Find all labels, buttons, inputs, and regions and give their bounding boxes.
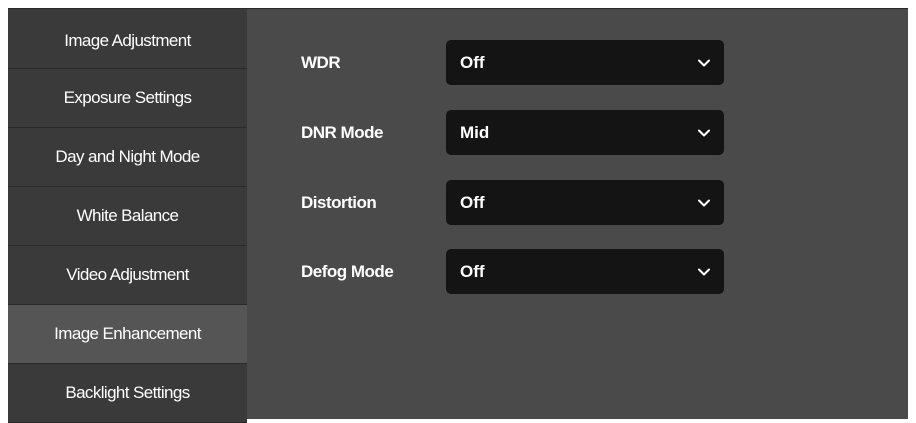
dnr-mode-row: DNR Mode Mid	[301, 110, 724, 155]
wdr-value: Off	[460, 52, 485, 72]
wdr-select[interactable]: Off	[446, 40, 724, 85]
sidebar-item-image-enhancement[interactable]: Image Enhancement	[8, 305, 247, 364]
sidebar: Image Adjustment Exposure Settings Day a…	[8, 9, 247, 423]
wdr-label: WDR	[301, 52, 341, 72]
distortion-row: Distortion Off	[301, 180, 724, 225]
settings-panel: Image Adjustment Exposure Settings Day a…	[8, 8, 908, 423]
dnr-mode-select[interactable]: Mid	[446, 110, 724, 155]
dnr-mode-label: DNR Mode	[301, 122, 383, 142]
sidebar-item-day-and-night-mode[interactable]: Day and Night Mode	[8, 128, 247, 187]
chevron-down-icon	[698, 129, 710, 137]
defog-mode-select[interactable]: Off	[446, 249, 724, 294]
defog-mode-value: Off	[460, 261, 485, 281]
defog-mode-row: Defog Mode Off	[301, 249, 724, 294]
main-content: WDR Off DNR Mode Mid Distortion Off Defo…	[247, 9, 908, 419]
dnr-mode-value: Mid	[460, 122, 490, 142]
chevron-down-icon	[698, 268, 710, 276]
wdr-row: WDR Off	[301, 40, 724, 85]
chevron-down-icon	[698, 59, 710, 67]
distortion-label: Distortion	[301, 192, 377, 212]
sidebar-item-video-adjustment[interactable]: Video Adjustment	[8, 246, 247, 305]
distortion-value: Off	[460, 192, 485, 212]
chevron-down-icon	[698, 199, 710, 207]
distortion-select[interactable]: Off	[446, 180, 724, 225]
sidebar-item-backlight-settings[interactable]: Backlight Settings	[8, 364, 247, 423]
sidebar-item-image-adjustment[interactable]: Image Adjustment	[8, 9, 247, 69]
defog-mode-label: Defog Mode	[301, 261, 394, 281]
sidebar-item-exposure-settings[interactable]: Exposure Settings	[8, 69, 247, 128]
sidebar-item-white-balance[interactable]: White Balance	[8, 187, 247, 246]
